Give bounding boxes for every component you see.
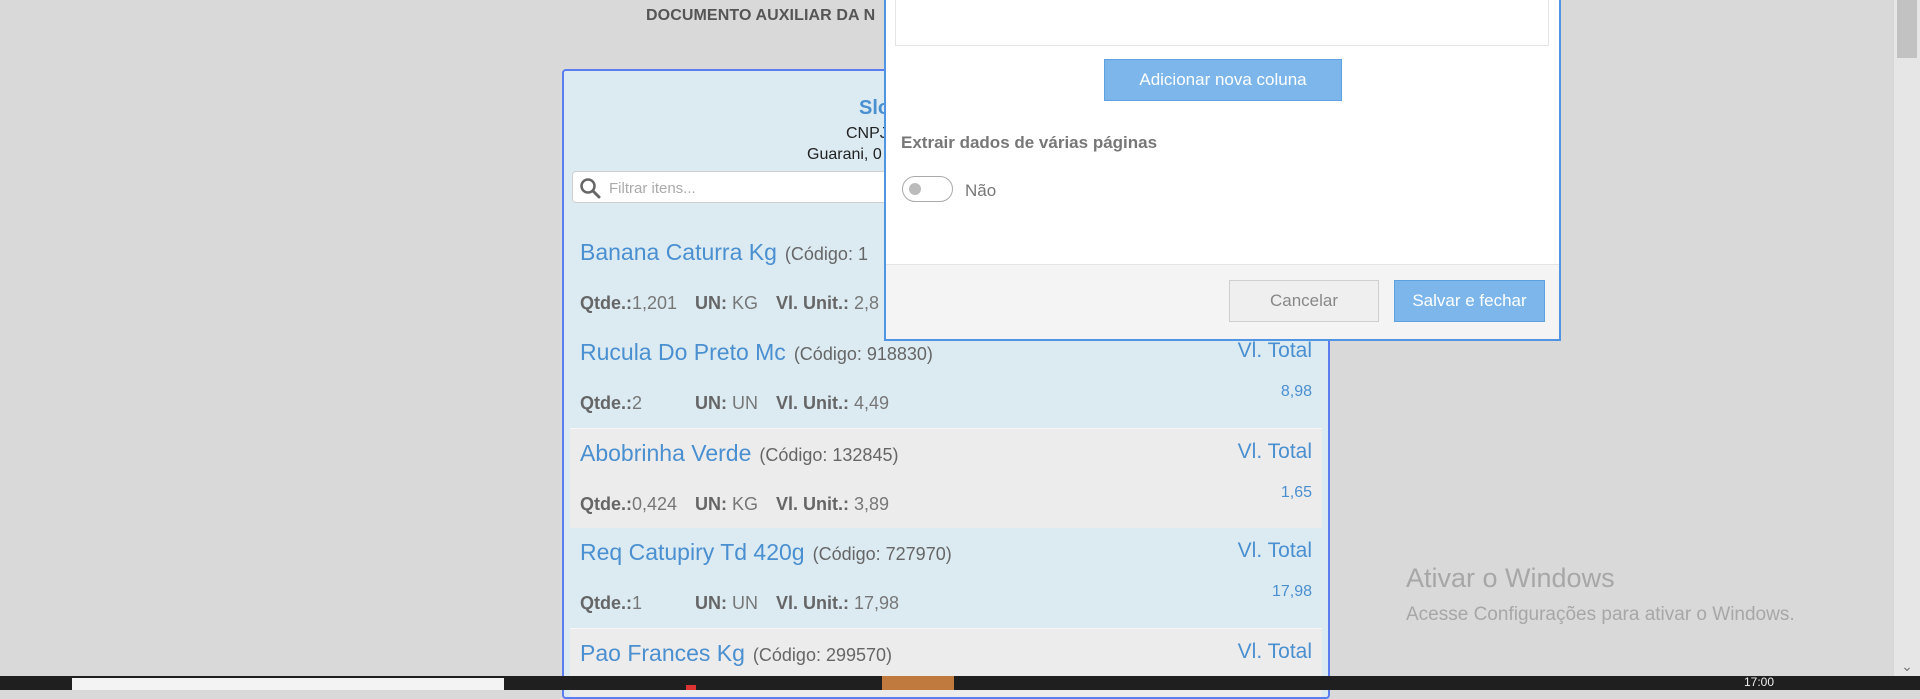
item-details: Qtde.:2 UN: UN Vl. Unit.: 4,49 xyxy=(580,393,890,413)
column-settings-dialog: Adicionar nova coluna Extrair dados de v… xyxy=(884,0,1561,341)
item-details: Qtde.:1 UN: UN Vl. Unit.: 17,98 xyxy=(580,593,900,613)
document-header: DOCUMENTO AUXILIAR DA N xyxy=(646,7,876,24)
taskbar-app-icon[interactable] xyxy=(686,685,696,690)
vl-total-value: 1,65 xyxy=(1280,484,1312,501)
scroll-thumb[interactable] xyxy=(1897,0,1917,58)
vl-total-label: Vl. Total xyxy=(1237,539,1312,562)
cancel-button[interactable]: Cancelar xyxy=(1229,280,1379,322)
toggle-state-label: Não xyxy=(965,181,997,200)
item-name: Pao Frances Kg (Código: 299570) xyxy=(580,640,893,666)
list-item[interactable]: Rucula Do Preto Mc (Código: 918830) Vl. T… xyxy=(570,328,1322,428)
item-name: Banana Caturra Kg (Código: 1 xyxy=(580,239,868,265)
vl-total-label: Vl. Total xyxy=(1237,640,1312,663)
item-details: Qtde.:1,201 UN: KG Vl. Unit.: 2,8 xyxy=(580,293,880,313)
item-details: Qtde.:0,424 UN: KG Vl. Unit.: 3,89 xyxy=(580,494,890,514)
store-cnpj: CNPJ xyxy=(846,125,888,142)
extract-multiple-pages-toggle[interactable] xyxy=(902,176,953,202)
windows-activation-subtitle: Acesse Configurações para ativar o Windo… xyxy=(1406,604,1795,625)
item-code: (Código: 727970) xyxy=(812,544,952,564)
toggle-knob xyxy=(909,183,921,195)
item-name: Rucula Do Preto Mc (Código: 918830) xyxy=(580,339,933,365)
vl-total-label: Vl. Total xyxy=(1237,440,1312,463)
taskbar: 17:00 xyxy=(0,676,1920,690)
vl-total-label: Vl. Total xyxy=(1237,339,1312,362)
taskbar-search-box[interactable] xyxy=(72,678,504,690)
item-name: Abobrinha Verde (Código: 132845) xyxy=(580,440,899,466)
search-icon xyxy=(580,178,601,199)
vl-total-value: 17,98 xyxy=(1271,583,1312,600)
item-name: Req Catupiry Td 420g (Código: 727970) xyxy=(580,539,952,565)
extract-multiple-pages-label: Extrair dados de várias páginas xyxy=(901,133,1158,152)
add-column-button[interactable]: Adicionar nova coluna xyxy=(1104,59,1342,101)
vl-total-value: 8,98 xyxy=(1280,383,1312,400)
item-code: (Código: 299570) xyxy=(752,645,893,665)
dialog-footer: Cancelar Salvar e fechar xyxy=(886,264,1559,339)
list-item[interactable]: Req Catupiry Td 420g (Código: 727970) Vl.… xyxy=(570,528,1322,628)
windows-activation-title: Ativar o Windows xyxy=(1406,563,1615,593)
column-input-area[interactable] xyxy=(895,0,1549,46)
store-address: Guarani, 0 xyxy=(807,146,882,163)
item-code: (Código: 132845) xyxy=(759,445,899,465)
chevron-down-icon[interactable]: ⌄ xyxy=(1899,658,1915,674)
save-and-close-button[interactable]: Salvar e fechar xyxy=(1394,280,1545,322)
item-code: (Código: 1 xyxy=(784,244,868,264)
taskbar-clock: 17:00 xyxy=(1744,675,1775,689)
page-scrollbar[interactable]: ⌄ xyxy=(1893,0,1920,676)
taskbar-active-app[interactable] xyxy=(882,676,954,690)
item-code: (Código: 918830) xyxy=(793,344,933,364)
list-item[interactable]: Abobrinha Verde (Código: 132845) Vl. Tota… xyxy=(570,428,1322,528)
